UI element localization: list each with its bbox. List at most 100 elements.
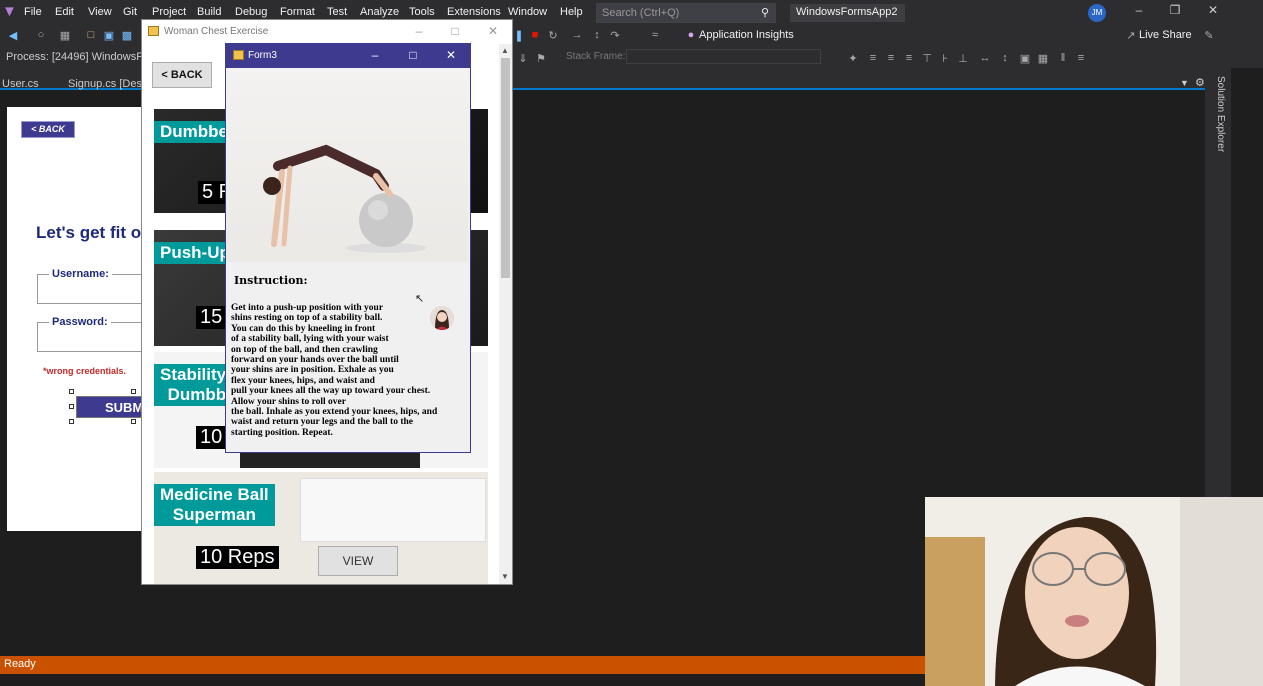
menu-format[interactable]: Format	[280, 6, 315, 18]
wce-titlebar: Woman Chest Exercise – □ ✕	[142, 20, 512, 44]
restore-icon[interactable]: ❐	[1160, 3, 1190, 17]
flag-icon[interactable]: ⚑	[534, 52, 548, 65]
stack-frame-dropdown[interactable]	[626, 49, 821, 64]
vertical-spacing-icon[interactable]: ↕	[998, 52, 1012, 64]
menu-test[interactable]: Test	[327, 6, 347, 18]
password-label: Password:	[49, 316, 111, 328]
minimize-icon[interactable]: –	[1124, 3, 1154, 17]
stop-icon[interactable]: ■	[528, 29, 542, 41]
scroll-up-icon[interactable]: ▲	[501, 46, 509, 55]
menu-tools[interactable]: Tools	[409, 6, 435, 18]
application-insights-button[interactable]: Application Insights	[699, 29, 794, 41]
align-middle-icon[interactable]: ⊦	[938, 52, 952, 65]
card-title: Push-Up	[154, 242, 236, 264]
pause-icon[interactable]: ❚	[512, 29, 526, 42]
exercise-card: Medicine Ball Superman 10 Reps VIEW	[154, 472, 488, 584]
status-text: Ready	[4, 658, 36, 670]
view-button[interactable]: VIEW	[318, 546, 398, 576]
spacing-icon[interactable]: ↔	[978, 52, 992, 64]
maximize-icon[interactable]: □	[400, 48, 426, 62]
save-icon[interactable]: ▣	[102, 29, 116, 42]
grid-icon[interactable]: ▦	[1036, 52, 1050, 65]
search-placeholder: Search (Ctrl+Q)	[602, 7, 680, 19]
selection-handle[interactable]	[69, 404, 74, 409]
step-over-icon[interactable]: →	[570, 29, 584, 41]
card-image	[240, 452, 420, 468]
submit-button[interactable]: SUBM	[76, 396, 143, 418]
selection-handle[interactable]	[69, 389, 74, 394]
signup-designer-form: < BACK Let's get fit o Username: Passwor…	[7, 107, 147, 531]
size-icon[interactable]: ▣	[1018, 52, 1032, 65]
app-icon	[148, 26, 159, 36]
profile-avatar	[430, 306, 454, 330]
live-share-icon: ↗	[1126, 30, 1136, 42]
step-into-icon[interactable]: ↕	[590, 29, 604, 41]
minimize-icon[interactable]: –	[362, 48, 388, 62]
center-vertical-icon[interactable]: ≡	[1074, 52, 1088, 64]
settings-gear-icon[interactable]: ⚙	[1195, 76, 1205, 89]
card-title: Stability Dumbb	[154, 364, 233, 406]
stack-frame-label: Stack Frame:	[566, 51, 626, 62]
thread-filter-icon[interactable]: ⇓	[516, 52, 530, 65]
close-icon[interactable]: ✕	[438, 48, 464, 62]
minimize-icon[interactable]: –	[406, 24, 432, 38]
app-icon	[233, 50, 244, 60]
visual-studio-logo-icon[interactable]: ▼	[2, 4, 17, 20]
scroll-down-icon[interactable]: ▼	[501, 572, 509, 581]
center-horizontal-icon[interactable]: ‖	[1056, 52, 1070, 64]
form3-titlebar: Form3 – □ ✕	[226, 44, 470, 68]
new-project-icon[interactable]: ▦	[58, 29, 72, 42]
back-nav-icon[interactable]: ◀	[6, 29, 20, 42]
align-center-icon[interactable]: ≡	[884, 52, 898, 64]
save-all-icon[interactable]: ▩	[120, 29, 134, 42]
tab-user-cs[interactable]: User.cs	[2, 78, 39, 90]
wce-scrollbar[interactable]: ▲ ▼	[499, 44, 512, 584]
menu-build[interactable]: Build	[197, 6, 221, 18]
align-bottom-icon[interactable]: ⊥	[956, 52, 970, 65]
align-top-icon[interactable]: ⊤	[920, 52, 934, 65]
step-out-icon[interactable]: ↷	[608, 29, 622, 42]
wce-window-title: Woman Chest Exercise	[164, 26, 269, 37]
card-reps: 10 Reps	[196, 546, 279, 569]
solution-explorer-tab[interactable]: Solution Explorer	[1208, 76, 1226, 156]
menu-file[interactable]: File	[24, 6, 42, 18]
form3-window: Form3 – □ ✕ Instruction: Get into a push…	[225, 43, 471, 453]
scroll-thumb[interactable]	[501, 58, 510, 278]
feedback-icon[interactable]: ✎	[1202, 29, 1216, 42]
maximize-icon[interactable]: □	[442, 24, 468, 38]
menu-window[interactable]: Window	[508, 6, 547, 18]
menu-debug[interactable]: Debug	[235, 6, 267, 18]
restart-icon[interactable]: ↻	[546, 29, 560, 42]
webcam-overlay	[925, 497, 1263, 686]
search-icon: ⚲	[760, 7, 769, 19]
forward-nav-icon[interactable]: ○	[34, 29, 48, 41]
close-icon[interactable]: ✕	[480, 24, 506, 38]
card-title: Dumbbe	[154, 121, 234, 143]
align-right-icon[interactable]: ≡	[902, 52, 916, 64]
live-share-button[interactable]: Live Share	[1139, 29, 1192, 41]
wce-back-button[interactable]: < BACK	[152, 62, 212, 88]
user-avatar[interactable]: JM	[1088, 4, 1106, 22]
menu-extensions[interactable]: Extensions	[447, 6, 501, 18]
tab-signup-designer[interactable]: Signup.cs [Desig	[68, 78, 151, 90]
search-input[interactable]: Search (Ctrl+Q) ⚲	[596, 3, 776, 23]
process-selector[interactable]: Process: [24496] WindowsForm	[6, 51, 162, 63]
align-left-icon[interactable]: ≡	[866, 52, 880, 64]
menu-analyze[interactable]: Analyze	[360, 6, 399, 18]
open-folder-icon[interactable]: □	[84, 29, 98, 41]
close-icon[interactable]: ✕	[1198, 3, 1228, 17]
pin-icon[interactable]: ✦	[846, 52, 860, 65]
designer-back-button[interactable]: < BACK	[21, 121, 75, 138]
push-up-stability-ball-image	[263, 144, 426, 253]
hot-reload-icon[interactable]: ≈	[648, 29, 662, 41]
menu-view[interactable]: View	[88, 6, 112, 18]
username-label: Username:	[49, 268, 112, 280]
tab-overflow-icon[interactable]: ▼	[1180, 78, 1189, 88]
selection-handle[interactable]	[131, 389, 136, 394]
selection-handle[interactable]	[69, 419, 74, 424]
menu-help[interactable]: Help	[560, 6, 583, 18]
menu-project[interactable]: Project	[152, 6, 186, 18]
menu-git[interactable]: Git	[123, 6, 137, 18]
selection-handle[interactable]	[131, 419, 136, 424]
menu-edit[interactable]: Edit	[55, 6, 74, 18]
